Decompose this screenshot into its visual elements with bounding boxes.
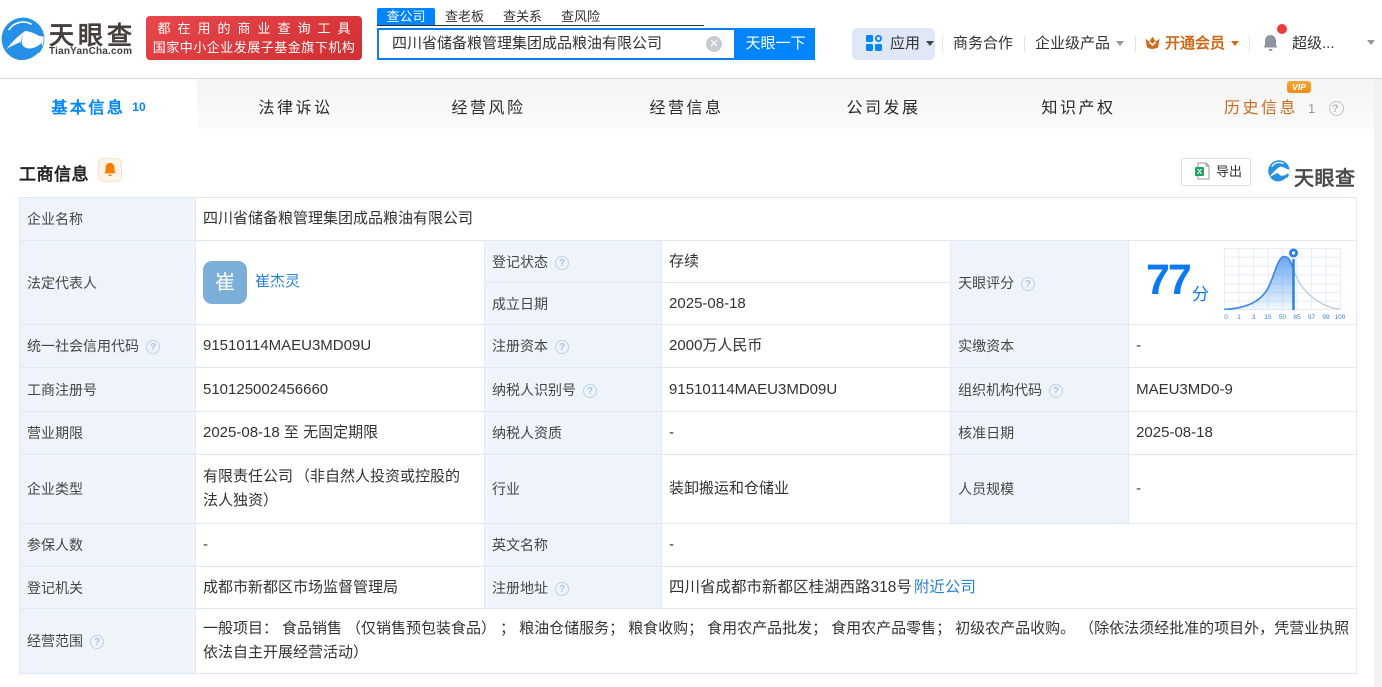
svg-text:1: 1: [1237, 314, 1241, 321]
svg-text:50: 50: [1279, 314, 1287, 321]
svg-text:X: X: [1197, 167, 1202, 176]
svg-text:0: 0: [1224, 314, 1228, 321]
svg-text:97: 97: [1308, 314, 1316, 321]
svg-text:100: 100: [1335, 314, 1346, 321]
svg-text:15: 15: [1264, 314, 1272, 321]
svg-text:99: 99: [1322, 314, 1330, 321]
svg-text:3: 3: [1252, 314, 1256, 321]
svg-text:85: 85: [1293, 314, 1301, 321]
